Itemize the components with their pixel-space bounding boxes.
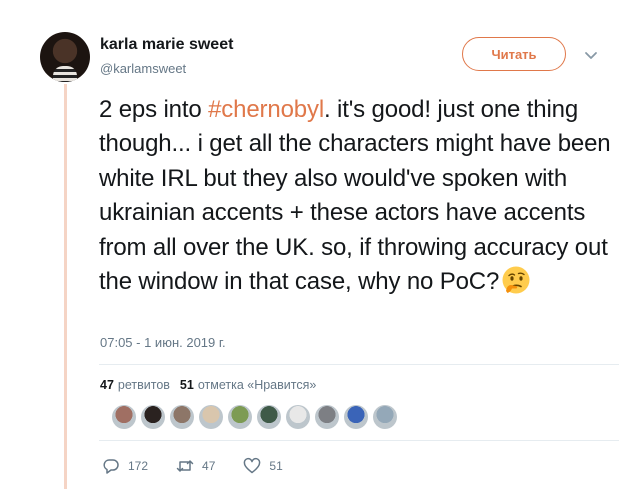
reply-button[interactable]: 172 [102, 457, 148, 475]
liker-avatars [112, 405, 397, 429]
liker-avatar[interactable] [344, 405, 368, 429]
divider [99, 364, 619, 365]
follow-button[interactable]: Читать [462, 37, 566, 71]
liker-avatar[interactable] [112, 405, 136, 429]
reply-icon [103, 459, 119, 474]
liker-avatar[interactable] [170, 405, 194, 429]
like-button[interactable]: 51 [243, 457, 283, 475]
divider [99, 440, 619, 441]
author-handle[interactable]: @karlamsweet [100, 61, 186, 76]
tweet-actions: 172 47 51 [102, 457, 311, 475]
liker-avatar[interactable] [315, 405, 339, 429]
tweet-text-start: 2 eps into [99, 96, 209, 123]
like-count: 51 [269, 459, 283, 473]
liker-avatar[interactable] [286, 405, 310, 429]
avatar[interactable] [40, 32, 90, 82]
liker-avatar[interactable] [373, 405, 397, 429]
tweet-timestamp[interactable]: 07:05 - 1 июн. 2019 г. [100, 335, 226, 350]
liker-avatar[interactable] [141, 405, 165, 429]
reply-count: 172 [128, 459, 149, 473]
thinking-face-icon [502, 266, 530, 294]
engagement-stats: 47 ретвитов 51 отметка «Нравится» [100, 378, 316, 392]
thread-line [64, 84, 67, 489]
heart-icon [244, 457, 261, 474]
retweet-button[interactable]: 47 [176, 457, 215, 475]
retweet-icon [176, 460, 194, 472]
chevron-down-icon[interactable] [582, 46, 600, 64]
retweet-count: 47 [202, 459, 216, 473]
tweet-text-rest: . it's good! just one thing though... i … [99, 96, 611, 296]
retweet-stat[interactable]: 47 ретвитов [100, 378, 170, 392]
tweet-text: 2 eps into #chernobyl. it's good! just o… [99, 93, 619, 299]
like-stat[interactable]: 51 отметка «Нравится» [180, 378, 316, 392]
liker-avatar[interactable] [228, 405, 252, 429]
author-name[interactable]: karla marie sweet [100, 36, 233, 54]
hashtag-link[interactable]: #chernobyl [208, 96, 324, 123]
liker-avatar[interactable] [257, 405, 281, 429]
liker-avatar[interactable] [199, 405, 223, 429]
